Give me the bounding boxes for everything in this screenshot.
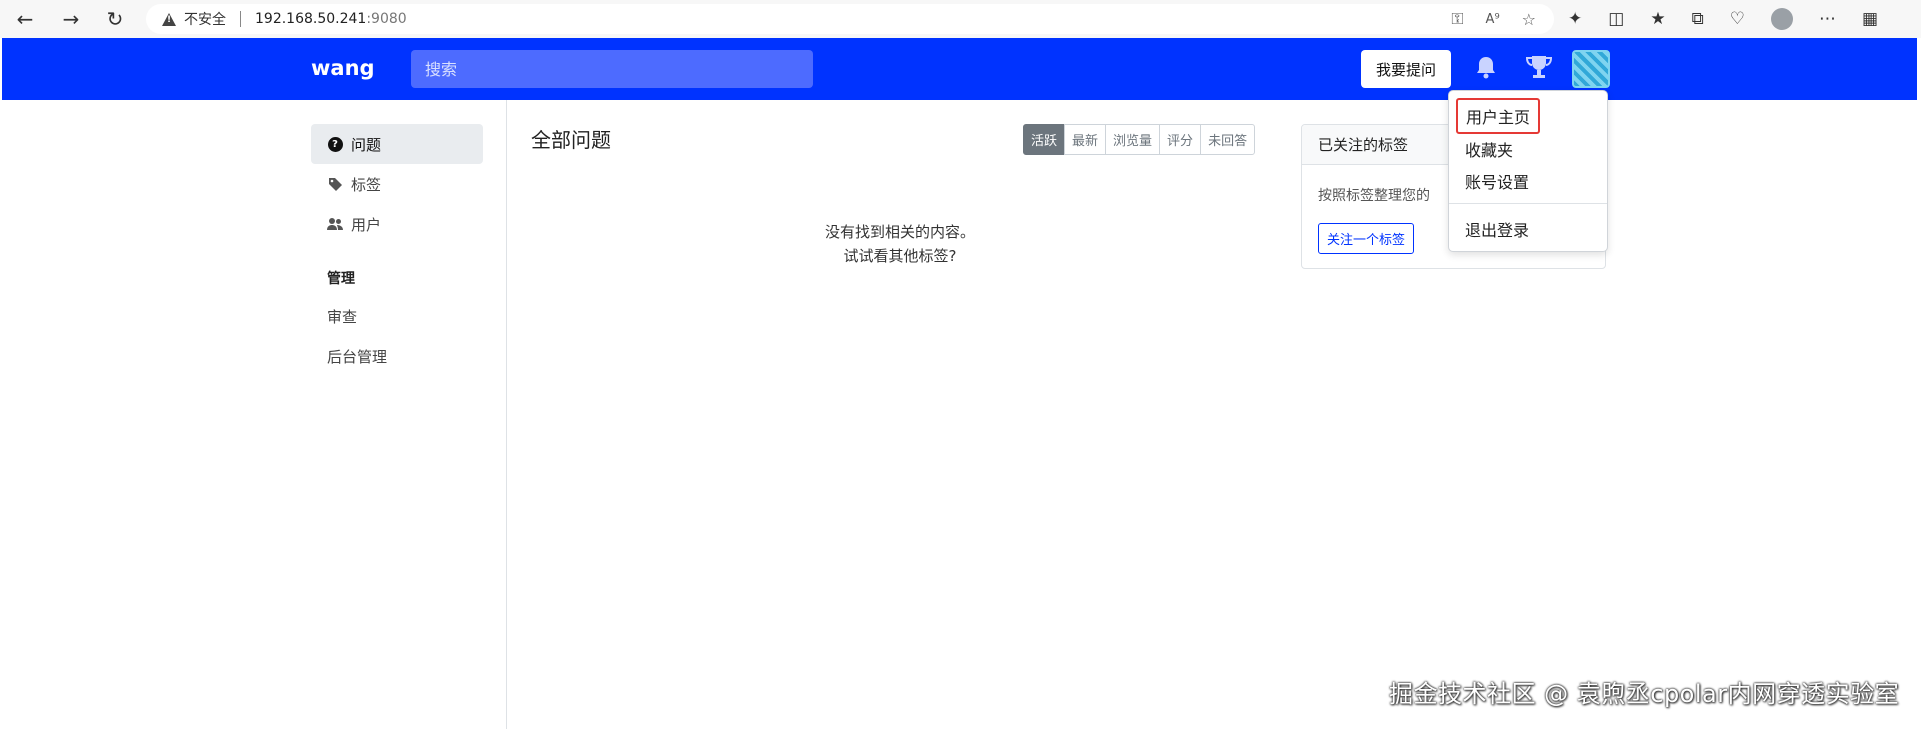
split-screen-icon[interactable]: ◫ (1608, 9, 1624, 29)
address-bar[interactable]: 不安全 192.168.50.241:9080 ⚿ A⁹ ☆ (146, 4, 1554, 34)
filter-newest-button[interactable]: 最新 (1064, 124, 1107, 155)
admin-section-title: 管理 (327, 271, 355, 287)
filter-score-button[interactable]: 评分 (1159, 124, 1202, 155)
sidebar-item-questions[interactable]: ? 问题 (311, 124, 483, 164)
security-label: 不安全 (184, 12, 226, 28)
favorites-icon[interactable]: ★ (1650, 9, 1665, 29)
browser-essentials-icon[interactable]: ♡ (1730, 9, 1745, 29)
filter-unanswered-button[interactable]: 未回答 (1200, 124, 1256, 155)
extensions-icon[interactable]: ✦ (1568, 9, 1582, 29)
refresh-icon[interactable]: ↻ (102, 6, 128, 32)
collections-icon[interactable]: ⧉ (1692, 9, 1704, 29)
more-icon[interactable]: ⋯ (1819, 9, 1836, 29)
sidebar-item-users[interactable]: 用户 (311, 204, 483, 244)
empty-state-line: 没有找到相关的内容。 (824, 223, 975, 241)
trophy-icon[interactable] (1526, 54, 1552, 80)
sidebar-item-label: 用户 (351, 215, 382, 234)
tag-icon (327, 176, 343, 192)
sidebar-item-review[interactable]: 审查 (327, 306, 357, 327)
empty-state-hint: 试试看其他标签? (843, 247, 957, 265)
address-divider (240, 11, 241, 27)
bell-icon[interactable] (1475, 55, 1497, 79)
question-circle-icon: ? (327, 136, 343, 152)
ask-question-button[interactable]: 我要提问 (1361, 50, 1451, 88)
read-aloud-icon[interactable]: A⁹ (1486, 12, 1500, 27)
sidebar-item-tags[interactable]: 标签 (311, 164, 483, 204)
user-avatar[interactable] (1572, 50, 1610, 88)
menu-item-profile[interactable]: 用户主页 (1456, 98, 1541, 134)
sidebar-item-label: 问题 (351, 135, 382, 154)
user-dropdown-menu: 用户主页 收藏夹 账号设置 退出登录 (1448, 90, 1608, 252)
forward-icon[interactable]: → (58, 6, 84, 32)
watermark: 掘金技术社区 @ 袁煦丞cpolar内网穿透实验室 (1389, 680, 1900, 708)
sidebar-divider (506, 100, 507, 729)
filter-active-button[interactable]: 活跃 (1023, 124, 1066, 155)
sidebar-item-label: 标签 (351, 175, 382, 194)
key-icon[interactable]: ⚿ (1451, 9, 1463, 29)
menu-item-bookmarks[interactable]: 收藏夹 (1465, 137, 1513, 161)
brand-logo[interactable]: wang (311, 56, 375, 80)
followed-tags-description: 按照标签整理您的 (1318, 188, 1430, 204)
profile-icon[interactable] (1770, 8, 1793, 30)
sidebar-item-admin[interactable]: 后台管理 (327, 346, 387, 367)
menu-divider (1449, 203, 1607, 204)
filter-views-button[interactable]: 浏览量 (1105, 124, 1161, 155)
follow-tag-button[interactable]: 关注一个标签 (1318, 223, 1415, 254)
url-port: :9080 (366, 11, 407, 27)
sidebar-toggle-icon[interactable]: ▦ (1862, 9, 1878, 29)
empty-state: 没有找到相关的内容。 试试看其他标签? (800, 220, 1000, 268)
browser-toolbar: ← → ↻ 不安全 192.168.50.241:9080 ⚿ A⁹ ☆ ✦ ◫… (0, 0, 1921, 38)
star-icon[interactable]: ☆ (1522, 10, 1536, 29)
url-host: 192.168.50.241 (255, 11, 367, 27)
search-input[interactable] (411, 50, 813, 88)
users-icon (327, 216, 343, 232)
sort-filter-group: 活跃 最新 浏览量 评分 未回答 (1023, 124, 1256, 155)
page-title: 全部问题 (531, 128, 611, 152)
app-header: wang 我要提问 (2, 38, 1917, 100)
warning-icon (162, 12, 176, 26)
menu-item-logout[interactable]: 退出登录 (1465, 217, 1529, 241)
back-icon[interactable]: ← (12, 6, 38, 32)
menu-item-settings[interactable]: 账号设置 (1465, 169, 1529, 193)
